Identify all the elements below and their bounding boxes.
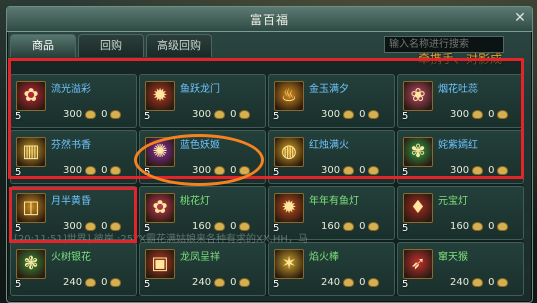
item-name: 年年有鱼灯 (309, 196, 359, 207)
item-count: 5 (402, 279, 409, 290)
item-name: 火树银花 (51, 252, 91, 263)
item-slot[interactable]: ▣ 5 龙凤呈祥 240 0 (139, 242, 266, 296)
coin-icon (239, 278, 251, 287)
item-owned: 0 (101, 277, 108, 288)
item-name: 窜天猴 (438, 252, 468, 263)
item-price: 160 (450, 221, 470, 232)
price-row: 160 0 (450, 221, 511, 232)
item-price: 240 (192, 277, 212, 288)
item-glyph: ✿ (152, 197, 168, 218)
item-glyph: ✶ (281, 253, 297, 274)
coin-icon (472, 278, 484, 287)
item-glyph: ▣ (151, 253, 169, 274)
dragon-phoenix-icon[interactable]: ▣ (145, 249, 175, 279)
item-slot[interactable]: ♦ 5 元宝灯 160 0 (397, 186, 524, 240)
coin-icon (497, 278, 509, 287)
annotation-red-box-top (8, 58, 524, 179)
tab-bar: 商品 回购 高级回购 (10, 34, 212, 57)
item-owned: 0 (230, 277, 237, 288)
price-row: 240 0 (63, 277, 124, 288)
coin-icon (214, 278, 226, 287)
close-button[interactable]: ✕ (512, 10, 528, 26)
item-name: 龙凤呈祥 (180, 252, 220, 263)
item-price: 240 (63, 277, 83, 288)
price-row: 240 0 (192, 277, 253, 288)
price-row: 160 0 (321, 221, 382, 232)
item-price: 240 (321, 277, 341, 288)
item-name: 桃花灯 (180, 196, 210, 207)
title-bar[interactable]: 富百福 ✕ (7, 7, 532, 32)
coin-icon (110, 278, 122, 287)
item-owned: 0 (359, 277, 366, 288)
item-price: 160 (321, 221, 341, 232)
item-owned: 0 (359, 221, 366, 232)
peach-lantern-icon[interactable]: ✿ (145, 193, 175, 223)
price-row: 240 0 (450, 277, 511, 288)
rocket-icon[interactable]: ➶ (403, 249, 433, 279)
item-name: 元宝灯 (438, 196, 468, 207)
item-count: 5 (15, 279, 22, 290)
coin-icon (85, 278, 97, 287)
coin-icon (497, 222, 509, 231)
item-slot[interactable]: ❃ 5 火树银花 240 0 (10, 242, 137, 296)
coin-icon (368, 278, 380, 287)
tab-advanced-buyback[interactable]: 高级回购 (146, 34, 212, 57)
window-title: 富百福 (249, 13, 289, 27)
item-glyph: ♦ (409, 197, 427, 218)
ingot-lamp-icon[interactable]: ♦ (403, 193, 433, 223)
firework-tree-icon[interactable]: ❃ (16, 249, 46, 279)
coin-icon (343, 278, 355, 287)
item-slot[interactable]: ✶ 5 焰火棒 240 0 (268, 242, 395, 296)
item-glyph: ❃ (23, 253, 39, 274)
item-glyph: ➶ (410, 253, 426, 274)
item-owned: 0 (488, 277, 495, 288)
annotation-orange-ellipse (134, 134, 264, 186)
item-count: 5 (144, 279, 151, 290)
item-price: 240 (450, 277, 470, 288)
sparkler-icon[interactable]: ✶ (274, 249, 304, 279)
coin-icon (343, 222, 355, 231)
item-count: 5 (402, 223, 409, 234)
annotation-red-box-item (9, 187, 137, 243)
item-slot[interactable]: ➶ 5 窜天猴 240 0 (397, 242, 524, 296)
item-owned: 0 (488, 221, 495, 232)
tab-goods[interactable]: 商品 (10, 34, 76, 57)
coin-icon (472, 222, 484, 231)
coin-icon (368, 222, 380, 231)
item-glyph: ✹ (281, 197, 297, 218)
fish-lamp-icon[interactable]: ✹ (274, 193, 304, 223)
item-count: 5 (273, 279, 280, 290)
tab-buyback[interactable]: 回购 (78, 34, 144, 57)
item-name: 焰火棒 (309, 252, 339, 263)
price-row: 240 0 (321, 277, 382, 288)
